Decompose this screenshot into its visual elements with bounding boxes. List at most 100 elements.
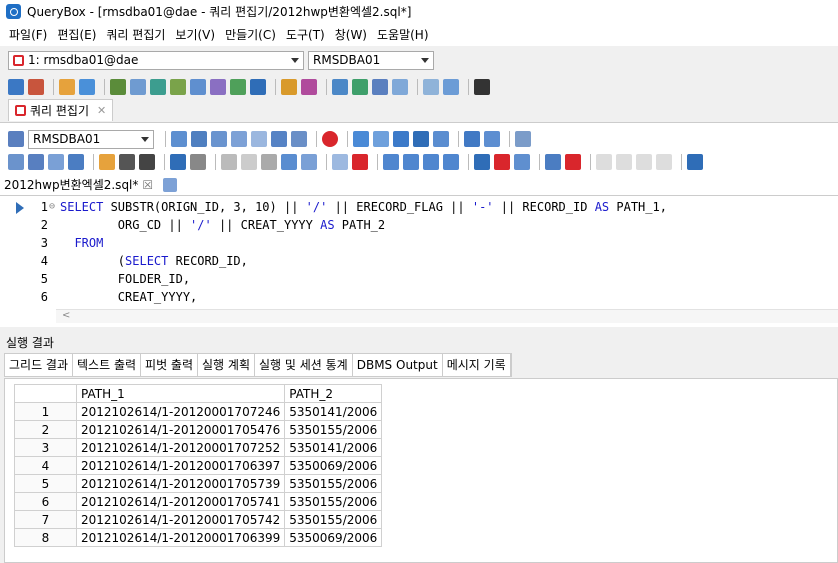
open-file-icon[interactable] xyxy=(59,79,75,95)
trigger-icon[interactable] xyxy=(250,79,266,95)
cell-path-2[interactable]: 5350155/2006 xyxy=(284,474,383,493)
user-icon[interactable] xyxy=(281,79,297,95)
lowercase-icon[interactable] xyxy=(616,154,632,170)
trace-icon[interactable] xyxy=(251,131,267,147)
paste-special-icon[interactable] xyxy=(281,154,297,170)
save-file-icon[interactable] xyxy=(79,79,95,95)
execute-all-icon[interactable] xyxy=(191,131,207,147)
cell-path-2[interactable]: 5350141/2006 xyxy=(284,402,383,421)
export-icon[interactable] xyxy=(332,79,348,95)
cut-icon[interactable] xyxy=(221,154,237,170)
save-query-icon[interactable] xyxy=(48,154,64,170)
table-row[interactable]: 3 2012102614/1-20120001707252 5350141/2006 xyxy=(14,438,383,457)
compare-icon[interactable] xyxy=(372,79,388,95)
window-icon[interactable] xyxy=(443,79,459,95)
report-icon[interactable] xyxy=(392,79,408,95)
row-number[interactable]: 1 xyxy=(14,402,77,421)
select-block-icon[interactable] xyxy=(332,154,348,170)
row-number[interactable]: 5 xyxy=(14,474,77,493)
tab-message-log[interactable]: 메시지 기록 xyxy=(443,354,511,376)
menu-help[interactable]: 도움말(H) xyxy=(372,26,434,43)
code-line[interactable]: 2 ORG_CD || '/' || CREAT_YYYY AS PATH_2 xyxy=(0,216,838,234)
cell-path-1[interactable]: 2012102614/1-20120001705742 xyxy=(75,510,286,529)
code-line[interactable]: 4 (SELECT RECORD_ID, xyxy=(0,252,838,270)
menu-create[interactable]: 만들기(C) xyxy=(220,26,281,43)
cut-file-icon[interactable] xyxy=(119,154,135,170)
find-prev-icon[interactable] xyxy=(423,154,439,170)
menu-file[interactable]: 파일(F) xyxy=(4,26,52,43)
cell-path-2[interactable]: 5350141/2006 xyxy=(284,438,383,457)
table-row[interactable]: 5 2012102614/1-20120001705739 5350155/2006 xyxy=(14,474,383,493)
row-number[interactable]: 6 xyxy=(14,492,77,511)
procedure-icon[interactable] xyxy=(190,79,206,95)
menu-query-editor[interactable]: 쿼리 편집기 xyxy=(101,26,170,43)
row-number[interactable]: 8 xyxy=(14,528,77,547)
cell-path-1[interactable]: 2012102614/1-20120001705741 xyxy=(75,492,286,511)
menu-view[interactable]: 보기(V) xyxy=(170,26,220,43)
replace-icon[interactable] xyxy=(443,154,459,170)
table-row[interactable]: 6 2012102614/1-20120001705741 5350155/2006 xyxy=(14,492,383,511)
code-line[interactable]: 1 ⊖ SELECT SUBSTR(ORIGN_ID, 3, 10) || '/' … xyxy=(0,198,838,216)
explain-plan-icon[interactable] xyxy=(231,131,247,147)
menu-edit[interactable]: 편집(E) xyxy=(52,26,101,43)
execute-script-icon[interactable] xyxy=(211,131,227,147)
cell-path-2[interactable]: 5350069/2006 xyxy=(284,528,383,547)
scroll-left-icon[interactable]: < xyxy=(62,310,70,321)
redo-icon[interactable] xyxy=(190,154,206,170)
table-row[interactable]: 1 2012102614/1-20120001707246 5350141/2006 xyxy=(14,402,383,421)
case-icon[interactable] xyxy=(413,131,429,147)
connection-select[interactable]: 1: rmsdba01@dae xyxy=(8,50,304,70)
editor-schema-select[interactable]: RMSDBA01 xyxy=(28,129,154,149)
print-icon[interactable] xyxy=(139,154,155,170)
import-icon[interactable] xyxy=(352,79,368,95)
cell-path-2[interactable]: 5350155/2006 xyxy=(284,492,383,511)
gear-icon[interactable] xyxy=(8,131,24,147)
save-as-icon[interactable] xyxy=(68,154,84,170)
clear-icon[interactable] xyxy=(352,154,368,170)
bookmark-list-icon[interactable] xyxy=(514,154,530,170)
grid-corner[interactable] xyxy=(14,384,77,403)
paste-icon[interactable] xyxy=(261,154,277,170)
uppercase-icon[interactable] xyxy=(596,154,612,170)
tab-dbms-output[interactable]: DBMS Output xyxy=(353,354,443,376)
split-icon[interactable] xyxy=(515,131,531,147)
sql-editor[interactable]: 1 ⊖ SELECT SUBSTR(ORIGN_ID, 3, 10) || '/' … xyxy=(0,198,838,310)
cell-path-2[interactable]: 5350155/2006 xyxy=(284,510,383,529)
file-tab-label[interactable]: 2012hwp변환엑셀2.sql* xyxy=(4,176,138,193)
new-query-icon[interactable] xyxy=(8,154,24,170)
schema-browser-icon[interactable] xyxy=(170,79,186,95)
row-number[interactable]: 2 xyxy=(14,420,77,439)
commit-icon[interactable] xyxy=(271,131,287,147)
paste-sql-icon[interactable] xyxy=(301,154,317,170)
table-row[interactable]: 2 2012102614/1-20120001705476 5350155/2006 xyxy=(14,420,383,439)
code-line[interactable]: 5 FOLDER_ID, xyxy=(0,270,838,288)
history-icon[interactable] xyxy=(464,131,480,147)
view-icon[interactable] xyxy=(130,79,146,95)
tab-pivot-output[interactable]: 피벗 출력 xyxy=(141,354,199,376)
comment-block-icon[interactable] xyxy=(545,154,561,170)
cell-path-1[interactable]: 2012102614/1-20120001705476 xyxy=(75,420,286,439)
open-query-icon[interactable] xyxy=(28,154,44,170)
bookmark-clear-icon[interactable] xyxy=(494,154,510,170)
layout-icon[interactable] xyxy=(423,79,439,95)
search-icon[interactable] xyxy=(383,154,399,170)
connect-icon[interactable] xyxy=(8,79,24,95)
row-number[interactable]: 3 xyxy=(14,438,77,457)
cell-path-1[interactable]: 2012102614/1-20120001706397 xyxy=(75,456,286,475)
tab-text-output[interactable]: 텍스트 출력 xyxy=(73,354,142,376)
table-row[interactable]: 4 2012102614/1-20120001706397 5350069/2006 xyxy=(14,456,383,475)
bookmark-icon[interactable] xyxy=(484,131,500,147)
cell-path-1[interactable]: 2012102614/1-20120001707246 xyxy=(75,402,286,421)
column-header-path-2[interactable]: PATH_2 xyxy=(284,384,383,403)
row-number[interactable]: 7 xyxy=(14,510,77,529)
find-object-icon[interactable] xyxy=(150,79,166,95)
menu-window[interactable]: 창(W) xyxy=(330,26,372,43)
session-icon[interactable] xyxy=(301,79,317,95)
horizontal-scrollbar[interactable]: < xyxy=(56,309,838,323)
rollback-icon[interactable] xyxy=(291,131,307,147)
stop-icon[interactable] xyxy=(322,131,338,147)
copy-icon[interactable] xyxy=(241,154,257,170)
tab-session-stats[interactable]: 실행 및 세션 통계 xyxy=(255,354,353,376)
new-tab-icon[interactable] xyxy=(163,177,178,192)
tab-grid-result[interactable]: 그리드 결과 xyxy=(5,354,74,376)
